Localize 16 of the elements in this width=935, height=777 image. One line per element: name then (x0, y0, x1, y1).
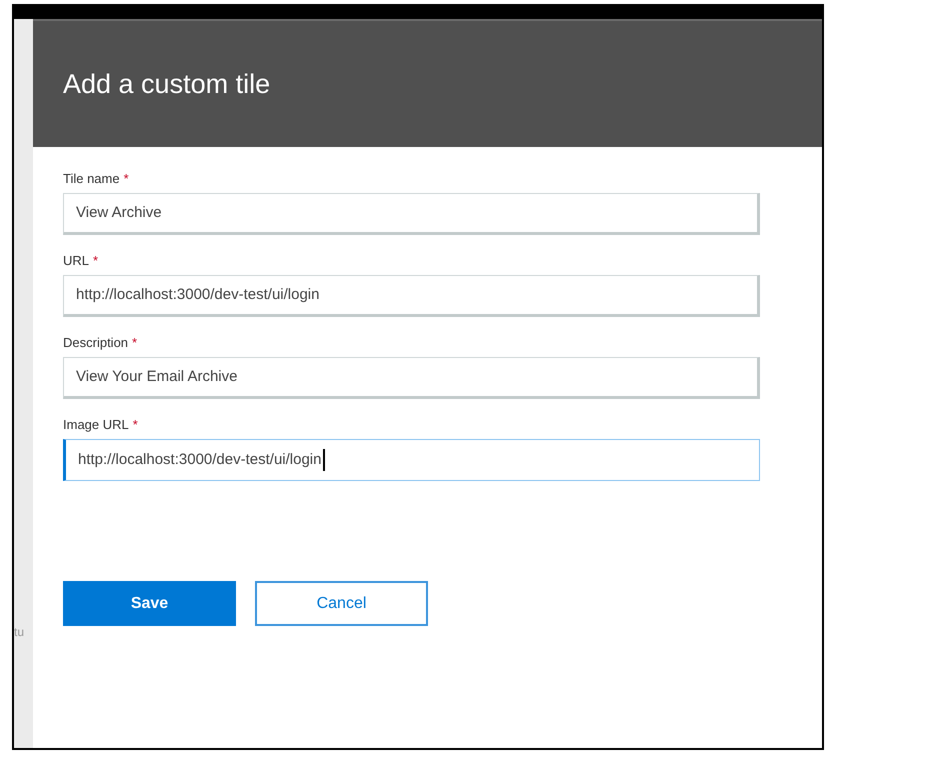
cancel-button[interactable]: Cancel (255, 581, 428, 626)
text-field[interactable]: http://localhost:3000/dev-test/ui/login (63, 439, 760, 481)
required-mark: * (93, 252, 98, 270)
required-mark: * (132, 334, 138, 352)
field-label: URL (63, 252, 90, 270)
text-field[interactable]: View Archive (63, 193, 760, 235)
field-label: Tile name (63, 170, 120, 188)
required-mark: * (132, 416, 138, 434)
background-text: tu (14, 624, 26, 641)
save-button[interactable]: Save (63, 581, 236, 626)
required-mark: * (124, 170, 129, 188)
text-field[interactable]: View Your Email Archive (63, 357, 760, 399)
text-field[interactable]: http://localhost:3000/dev-test/ui/login (63, 275, 760, 317)
dialog-title: Add a custom tile (63, 68, 270, 101)
field-label: Description (63, 334, 128, 352)
field-label: Image URL (63, 416, 129, 434)
